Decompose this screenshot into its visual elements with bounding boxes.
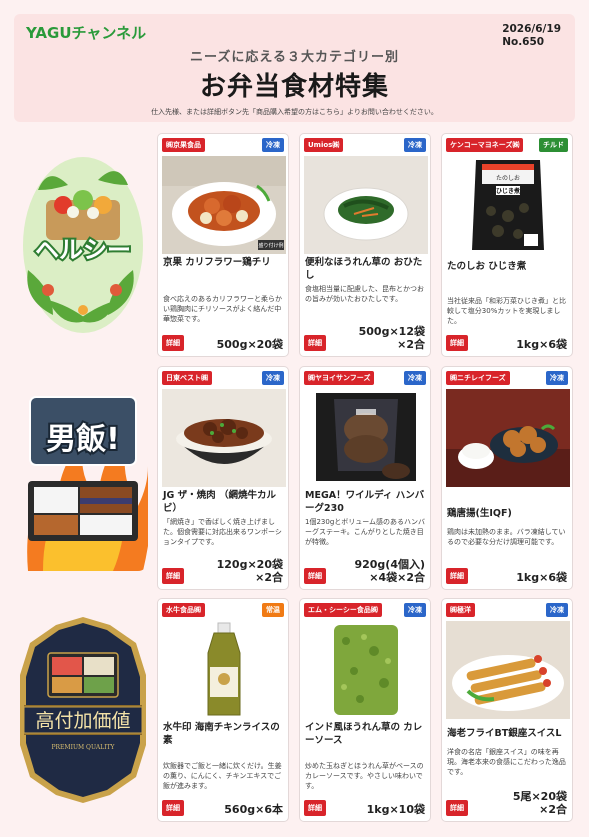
product-description: 炊飯器でご飯と一緒に炊くだけ。生姜の薫り、にんにく、チキンエキスでご飯が進みます… [163, 762, 282, 790]
detail-button[interactable]: 詳細 [162, 800, 184, 816]
storage-badge: 冷凍 [546, 371, 568, 385]
storage-badge: 冷凍 [262, 371, 284, 385]
maker-badge: 日東ベスト㈱ [162, 371, 213, 385]
package-brand: たのしお [496, 175, 520, 182]
product-card: ㈱ヤヨイサンフーズ 冷凍 MEGA！ワイルディ ハンバーグ230 1個230gと… [299, 366, 431, 590]
yakiniku-bowl-photo-icon [162, 389, 286, 487]
chili-chicken-photo-icon: 盛り付け例 [162, 156, 286, 254]
product-name: 便利なほうれん草の おひたし [305, 257, 423, 281]
quantity-line: ×4袋×2合 [369, 571, 425, 584]
storage-badge: 常温 [262, 603, 284, 617]
storage-badge: 冷凍 [404, 603, 426, 617]
page-title: お弁当食材特集 [199, 72, 389, 102]
inquiry-note: 仕入先様、または詳細ボタン先「商品購入希望の方はこちら」よりお問い合わせください… [151, 108, 438, 116]
product-name: 鶏唐揚(生IQF) [447, 508, 512, 519]
quantity-line: 500g×12袋 [358, 325, 425, 338]
product-name: インド風ほうれん草の カレーソース [305, 722, 423, 746]
maker-badge: ケンコーマヨネーズ㈱ [446, 138, 524, 152]
storage-badge: 冷凍 [404, 138, 426, 152]
detail-button[interactable]: 詳細 [304, 335, 326, 351]
product-description: 「網焼き」で香ばしく焼き上げました。個食需要に対応出来るワンポーションタイプです… [163, 518, 282, 546]
otoko-meshi-badge-label: 男飯! [46, 422, 120, 457]
storage-badge: 冷凍 [404, 371, 426, 385]
detail-button[interactable]: 詳細 [446, 568, 468, 584]
maker-badge: エム・シーシー食品㈱ [304, 603, 382, 617]
product-quantity: 120g×20袋 ×2合 [217, 558, 283, 584]
detail-button[interactable]: 詳細 [162, 335, 184, 351]
hamburg-package-photo-icon [304, 389, 428, 487]
product-name: たのしお ひじき煮 [447, 261, 527, 272]
product-card: 水牛食品㈱ 常温 水牛印 海南チキンライスの素 炊飯器でご飯と一緒に炊くだけ。生… [157, 598, 289, 822]
maker-badge: ㈱ニチレイフーズ [446, 371, 510, 385]
product-name: JG ザ・焼肉 （網焼牛カルビ） [163, 490, 276, 514]
detail-button[interactable]: 詳細 [446, 335, 468, 351]
product-quantity: 920g(4個入) ×4袋×2合 [354, 558, 425, 584]
spinach-ohitashi-photo-icon [304, 156, 428, 254]
healthy-badge-label: ヘルシー [35, 236, 131, 264]
product-quantity: 560g×6本 [224, 803, 283, 816]
product-card: エム・シーシー食品㈱ 冷凍 インド風ほうれん草の カレーソース 炒めた玉ねぎとほ… [299, 598, 431, 822]
product-quantity: 5尾×20袋 ×2合 [513, 790, 567, 816]
maker-badge: 水牛食品㈱ [162, 603, 205, 617]
ebi-fry-photo-icon [446, 621, 570, 719]
quantity-line: 920g(4個入) [354, 558, 425, 571]
product-name: MEGA！ワイルディ ハンバーグ230 [305, 490, 425, 514]
detail-button[interactable]: 詳細 [162, 568, 184, 584]
detail-button[interactable]: 詳細 [304, 568, 326, 584]
package-label: ひじき煮 [496, 187, 520, 195]
product-description: 洋食の名店「銀座スイス」の味を再現。海老本来の食感にこだわった逸品です。 [447, 748, 566, 776]
photo-tag: 盛り付け例 [258, 242, 283, 249]
quantity-line: 120g×20袋 [216, 558, 283, 571]
maker-badge: ㈱京果食品 [162, 138, 205, 152]
product-quantity: 1kg×10袋 [366, 803, 425, 816]
page-subtitle: ニーズに応える３大カテゴリー別 [190, 50, 399, 65]
sauce-bottle-photo-icon [162, 621, 286, 719]
quantity-line: ×2合 [397, 338, 425, 351]
detail-button[interactable]: 詳細 [446, 800, 468, 816]
karaage-photo-icon [446, 389, 570, 487]
maker-badge: ㈱極洋 [446, 603, 475, 617]
product-quantity: 1kg×6袋 [516, 571, 567, 584]
quantity-line: ×2合 [539, 803, 567, 816]
healthy-badge-icon: ヘルシー [18, 150, 148, 340]
product-description: 食塩相当量に配慮した、昆布とかつおの旨みが効いたおひたしです。 [305, 285, 424, 303]
product-description: 鶏肉は未加熱のまま。バラ凍結しているので必要な分だけ調理可能です。 [447, 528, 566, 546]
product-description: 1個230gとボリューム感のあるハンバーグステーキ。こんがりとした焼き目が特徴。 [305, 518, 426, 546]
product-card: ㈱ニチレイフーズ 冷凍 鶏唐揚(生IQF) 鶏肉は未加熱のまま。バラ凍結している… [441, 366, 573, 590]
premium-badge-sub: PREMIUM QUALITY [52, 744, 116, 751]
brand-name: YAGUチャンネル [26, 24, 147, 42]
product-name: 水牛印 海南チキンライスの素 [163, 722, 280, 746]
product-quantity: 1kg×6袋 [516, 338, 567, 351]
issue-date: 2026/6/19 [502, 23, 561, 35]
quantity-line: ×2合 [255, 571, 283, 584]
maker-badge: Umios㈱ [304, 138, 344, 152]
product-card: 日東ベスト㈱ 冷凍 JG ザ・焼肉 （網焼牛カルビ） 「網焼き」で香ばしく焼き上… [157, 366, 289, 590]
product-quantity: 500g×12袋 ×2合 [359, 325, 425, 351]
storage-badge: 冷凍 [262, 138, 284, 152]
product-card: ㈱京果食品 冷凍 盛り付け例 京果 カリフラワー鶏チリ 食べ応えのあるカリフラワ… [157, 133, 289, 357]
product-description: 食べ応えのあるカリフラワーと柔らかい鶏胸肉にチリソースがよく絡んだ中華惣菜です。 [163, 295, 282, 323]
quantity-line: 5尾×20袋 [512, 790, 567, 803]
product-card: ㈱極洋 冷凍 海老フライBT銀座スイスL 洋食の名店「銀座スイス」の味を再現。海… [441, 598, 573, 822]
product-card: Umios㈱ 冷凍 便利なほうれん草の おひたし 食塩相当量に配慮した、昆布とか… [299, 133, 431, 357]
product-quantity: 500g×20袋 [216, 338, 283, 351]
storage-badge: 冷凍 [546, 603, 568, 617]
premium-badge-label: 高付加価値 [35, 710, 130, 732]
header-banner: YAGUチャンネル 2026/6/19 No.650 ニーズに応える３大カテゴリ… [14, 14, 575, 122]
otoko-meshi-badge-icon: 男飯! [18, 383, 148, 571]
storage-badge: チルド [539, 138, 568, 152]
detail-button[interactable]: 詳細 [304, 800, 326, 816]
hijiki-package-photo-icon: たのしお ひじき煮 [446, 156, 570, 254]
product-description: 炒めた玉ねぎとほうれん草がベースのカレーソースです。やさしい味わいです。 [305, 762, 424, 790]
maker-badge: ㈱ヤヨイサンフーズ [304, 371, 375, 385]
product-card: ケンコーマヨネーズ㈱ チルド たのしお ひじき煮 たのしお ひじき煮 当社従来品… [441, 133, 573, 357]
product-description: 当社従来品「和彩万菜ひじき煮」と比較して塩分30%カットを実現しました。 [447, 297, 566, 325]
spinach-curry-pouch-photo-icon [304, 621, 428, 719]
product-name: 京果 カリフラワー鶏チリ [163, 257, 271, 268]
product-name: 海老フライBT銀座スイスL [447, 728, 562, 739]
premium-badge-icon: 高付加価値 PREMIUM QUALITY [18, 615, 148, 805]
